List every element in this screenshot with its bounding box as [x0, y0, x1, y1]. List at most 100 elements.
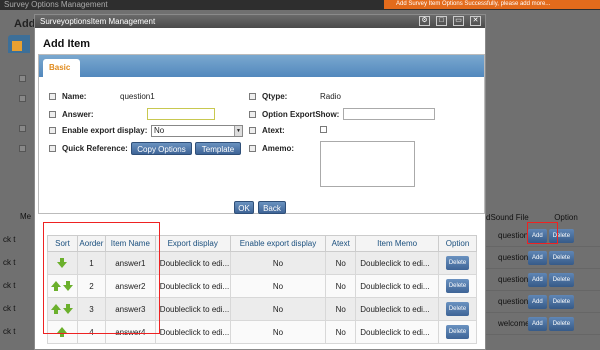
- atext-cell: No: [325, 251, 357, 275]
- delete-button[interactable]: Delete: [548, 250, 575, 265]
- add-button[interactable]: Add: [528, 272, 547, 287]
- atext-cell: No: [325, 274, 357, 298]
- edit-icon: [49, 127, 56, 134]
- edit-icon: [249, 145, 256, 152]
- enable-export-cell: No: [229, 297, 327, 321]
- atext-cell: No: [325, 320, 357, 344]
- enable-export-label: Enable export display:: [62, 126, 148, 135]
- ok-button[interactable]: OK: [234, 201, 254, 214]
- app-tab-strip: [8, 35, 30, 53]
- export-display-cell[interactable]: Doubleclick to edi...: [154, 251, 231, 275]
- field-icon: [19, 145, 26, 152]
- delete-button[interactable]: Delete: [445, 325, 470, 339]
- minimize-icon[interactable]: ▭: [453, 16, 464, 26]
- field-icon: [19, 125, 26, 132]
- chevron-down-icon[interactable]: ▼: [234, 126, 242, 136]
- back-button[interactable]: Back: [258, 201, 286, 214]
- form-panel: Basic Name: question1 Qtype: Radio Answe…: [38, 54, 485, 214]
- enable-export-value: No: [154, 126, 165, 135]
- maximize-icon[interactable]: □: [436, 16, 447, 26]
- bg-row-name: question4: [498, 297, 528, 306]
- col-export-display[interactable]: Export display: [154, 235, 231, 252]
- add-button[interactable]: Add: [528, 316, 547, 331]
- bg-row-name: question1: [498, 231, 528, 240]
- enable-export-cell: No: [229, 274, 327, 298]
- quick-ref-label: Quick Reference:: [62, 144, 128, 153]
- bg-row-text: ck t: [3, 235, 16, 244]
- item-memo-cell[interactable]: Doubleclick to edi...: [355, 251, 440, 275]
- bg-row-name: question3: [498, 275, 528, 284]
- atext-label: Atext:: [262, 126, 285, 135]
- add-button[interactable]: Add: [528, 294, 547, 309]
- export-display-cell[interactable]: Doubleclick to edi...: [154, 320, 231, 344]
- close-icon[interactable]: ✕: [470, 16, 481, 26]
- atext-cell: No: [325, 297, 357, 321]
- highlight-box: [527, 222, 558, 244]
- enable-export-select[interactable]: No ▼: [151, 125, 243, 137]
- item-memo-cell[interactable]: Doubleclick to edi...: [355, 274, 440, 298]
- name-label: Name:: [62, 92, 87, 101]
- bg-row-name: welcome: [498, 319, 528, 328]
- atext-checkbox[interactable]: [320, 126, 327, 133]
- tab-bar: Basic: [39, 55, 484, 77]
- delete-button[interactable]: Delete: [548, 316, 575, 331]
- edit-icon: [249, 111, 256, 118]
- qtype-value: Radio: [320, 92, 341, 101]
- bg-row-name: question2: [498, 253, 528, 262]
- template-button[interactable]: Template: [195, 142, 241, 155]
- edit-icon: [49, 145, 56, 152]
- item-memo-cell[interactable]: Doubleclick to edi...: [355, 320, 440, 344]
- item-memo-cell[interactable]: Doubleclick to edi...: [355, 297, 440, 321]
- col-atext[interactable]: Atext: [325, 235, 357, 252]
- add-button[interactable]: Add: [528, 250, 547, 265]
- bg-list-row: question3AddDelete: [484, 269, 600, 291]
- option-cell: Delete: [438, 320, 477, 344]
- edit-icon: [249, 127, 256, 134]
- dialog-title: SurveyoptionsItem Management: [40, 17, 156, 26]
- enable-export-cell: No: [229, 320, 327, 344]
- tab-icon: [12, 41, 22, 51]
- tab-basic[interactable]: Basic: [43, 59, 80, 77]
- option-export-label: Option ExportShow:: [262, 110, 340, 119]
- option-cell: Delete: [438, 274, 477, 298]
- delete-button[interactable]: Delete: [445, 302, 470, 316]
- app-header-title: Add: [14, 18, 36, 30]
- amemo-label: Amemo:: [262, 144, 295, 153]
- option-export-input[interactable]: [343, 108, 435, 120]
- edit-icon: [49, 111, 56, 118]
- bg-left-rows: ck t ck t ck t ck t ck t: [0, 228, 36, 343]
- col-option[interactable]: Option: [438, 235, 477, 252]
- edit-icon: [249, 93, 256, 100]
- dialog-heading: Add Item: [43, 38, 91, 50]
- notification-banner: Add Survey Item Options Successfully, pl…: [384, 0, 600, 9]
- amemo-textarea[interactable]: [320, 141, 415, 187]
- col-enable-export[interactable]: Enable export display: [229, 235, 327, 252]
- bg-col-header: Me: [20, 212, 32, 221]
- field-icon: [19, 95, 26, 102]
- copy-options-button[interactable]: Copy Options: [131, 142, 192, 155]
- answer-input[interactable]: [147, 108, 215, 120]
- bg-list-row: question4AddDelete: [484, 291, 600, 313]
- dialog-title-bar[interactable]: SurveyoptionsItem Management ⚙ □ ▭ ✕: [35, 15, 485, 28]
- bg-col-sound: dSound File: [486, 213, 529, 222]
- export-display-cell[interactable]: Doubleclick to edi...: [154, 274, 231, 298]
- edit-icon: [49, 93, 56, 100]
- bg-row-text: ck t: [3, 281, 16, 290]
- delete-button[interactable]: Delete: [445, 256, 470, 270]
- delete-button[interactable]: Delete: [445, 279, 470, 293]
- name-value: question1: [120, 92, 155, 101]
- settings-icon[interactable]: ⚙: [419, 16, 430, 26]
- field-icon: [19, 75, 26, 82]
- window-controls: ⚙ □ ▭ ✕: [419, 16, 481, 26]
- answer-label: Answer:: [62, 110, 94, 119]
- qtype-label: Qtype:: [262, 92, 288, 101]
- delete-button[interactable]: Delete: [548, 294, 575, 309]
- bg-list-row: question2AddDelete: [484, 247, 600, 269]
- export-display-cell[interactable]: Doubleclick to edi...: [154, 297, 231, 321]
- delete-button[interactable]: Delete: [548, 272, 575, 287]
- highlight-box: [43, 222, 160, 334]
- option-cell: Delete: [438, 251, 477, 275]
- col-item-memo[interactable]: Item Memo: [355, 235, 440, 252]
- enable-export-cell: No: [229, 251, 327, 275]
- bg-row-text: ck t: [3, 304, 16, 313]
